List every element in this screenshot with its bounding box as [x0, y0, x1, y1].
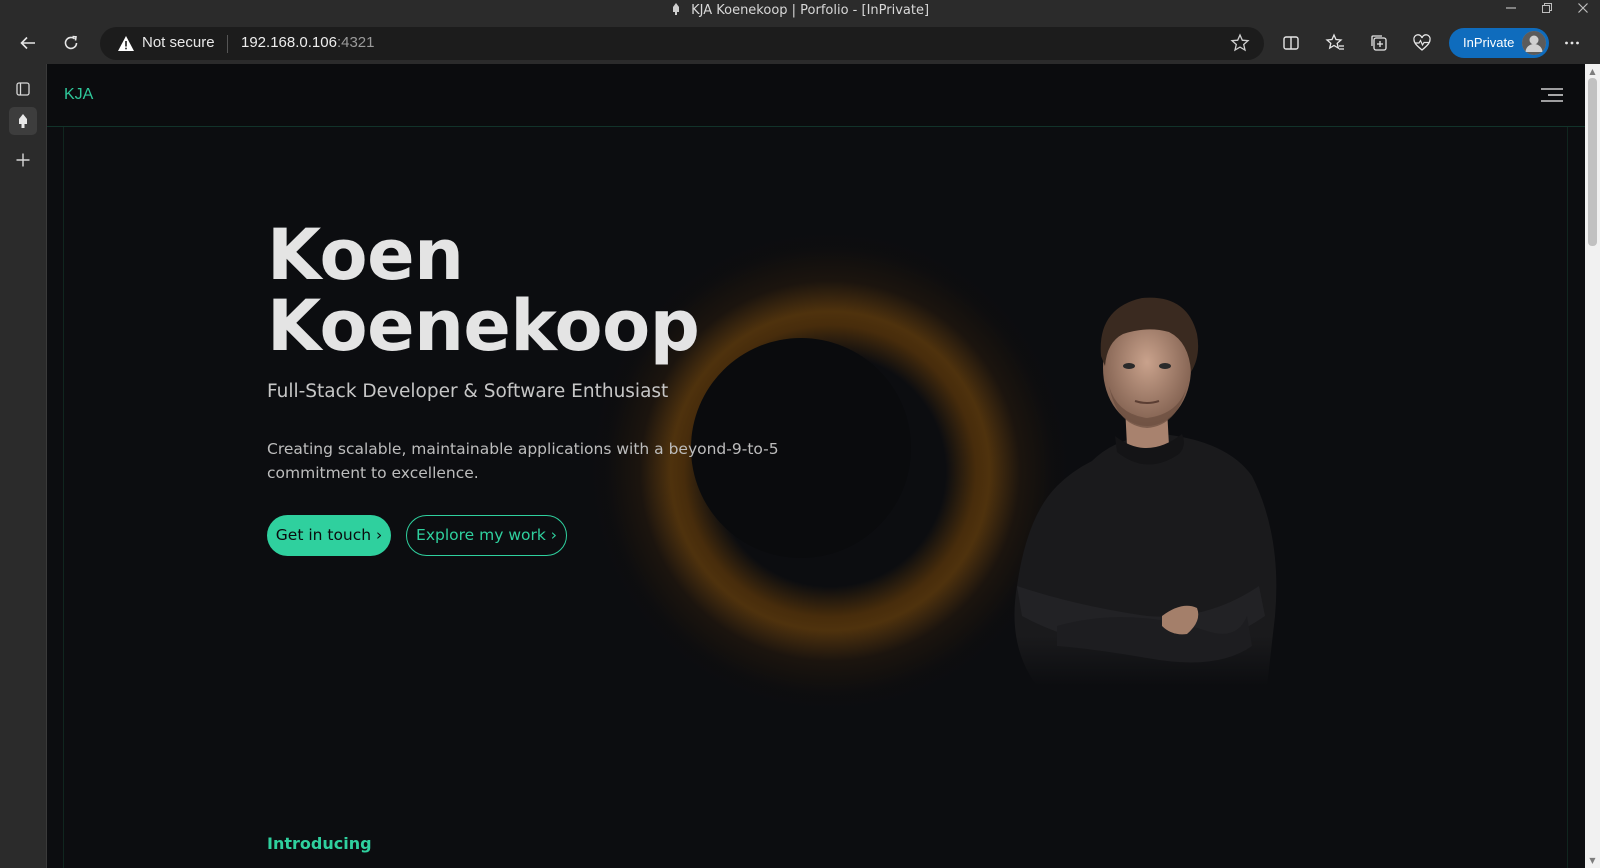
close-icon[interactable]	[1576, 2, 1590, 18]
sidebar-tab-portfolio[interactable]	[9, 107, 37, 135]
more-icon[interactable]	[1557, 28, 1587, 58]
portrait-photo	[997, 286, 1327, 696]
window-title-wrap: KJA Koenekoop | Porfolio - [InPrivate]	[0, 3, 1600, 18]
address-bar[interactable]: Not secure 192.168.0.106:4321	[100, 27, 1264, 60]
title-bar: KJA Koenekoop | Porfolio - [InPrivate]	[0, 0, 1600, 22]
restore-icon[interactable]	[1540, 2, 1554, 18]
browser-toolbar: Not secure 192.168.0.106:4321 InPrivate	[0, 22, 1600, 64]
hero-first-name: Koen	[267, 214, 464, 296]
site-logo[interactable]: KJA	[64, 86, 93, 104]
address-divider	[227, 35, 228, 53]
url-port: :4321	[336, 34, 375, 51]
tab-actions-icon[interactable]	[9, 75, 37, 103]
inprivate-badge[interactable]: InPrivate	[1449, 28, 1549, 58]
reload-icon[interactable]	[56, 28, 86, 58]
tab-favicon-icon	[671, 3, 681, 15]
scroll-down-icon[interactable]: ▼	[1588, 856, 1597, 865]
frame-line-right	[1567, 127, 1568, 868]
get-in-touch-button[interactable]: Get in touch ›	[267, 515, 391, 556]
page-scrollbar[interactable]: ▲ ▼	[1585, 64, 1600, 868]
page-viewport: KJA Koen Koenekoop Full-Stack Developer …	[47, 64, 1585, 868]
avatar	[1522, 31, 1546, 55]
warning-triangle-icon[interactable]	[117, 35, 135, 52]
url-host: 192.168.0.106	[241, 34, 337, 51]
security-label[interactable]: Not secure	[142, 34, 215, 51]
window-title: KJA Koenekoop | Porfolio - [InPrivate]	[691, 3, 930, 18]
new-tab-icon[interactable]	[9, 146, 37, 174]
heartbeat-icon[interactable]	[1407, 28, 1437, 58]
window-controls	[1504, 2, 1590, 18]
vertical-tabs-sidebar	[0, 64, 47, 868]
explore-work-button[interactable]: Explore my work ›	[406, 515, 567, 556]
split-screen-icon[interactable]	[1276, 28, 1306, 58]
collections-icon[interactable]	[1364, 28, 1394, 58]
hero-description: Creating scalable, maintainable applicat…	[267, 440, 779, 482]
scroll-up-icon[interactable]: ▲	[1588, 67, 1597, 76]
hero-subtitle: Full-Stack Developer & Software Enthusia…	[267, 381, 669, 402]
hamburger-menu-icon[interactable]	[1539, 86, 1565, 106]
introducing-heading: Introducing	[267, 834, 372, 853]
hero-last-name: Koenekoop	[267, 285, 700, 367]
scrollbar-thumb[interactable]	[1588, 78, 1597, 246]
minimize-icon[interactable]	[1504, 2, 1518, 18]
site-navbar: KJA	[47, 64, 1585, 127]
favorites-icon[interactable]	[1320, 28, 1350, 58]
back-arrow-icon[interactable]	[13, 28, 43, 58]
browser-window: KJA Koenekoop | Porfolio - [InPrivate] N…	[0, 0, 1600, 868]
star-icon[interactable]	[1230, 33, 1252, 55]
inprivate-label: InPrivate	[1463, 35, 1515, 50]
frame-line-left	[63, 127, 64, 868]
hero-name: Koen Koenekoop	[267, 214, 700, 367]
url-text[interactable]: 192.168.0.106:4321	[241, 34, 374, 51]
